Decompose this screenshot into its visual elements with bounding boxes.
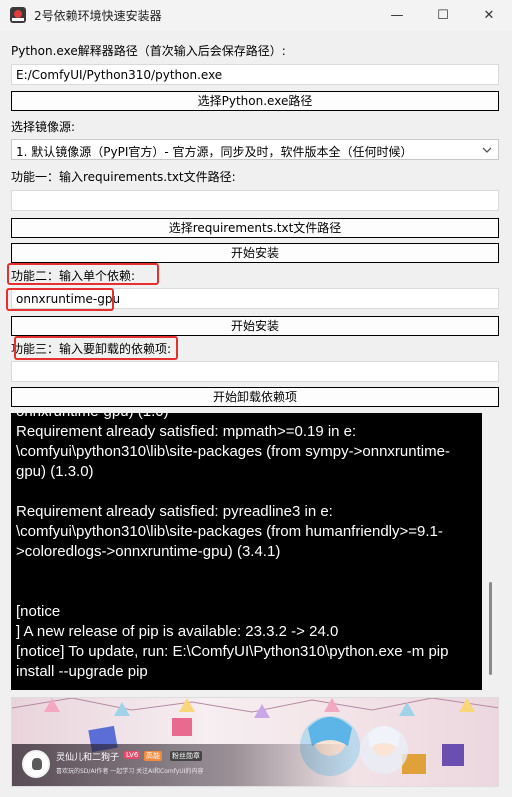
console-line: [notice <box>16 603 61 620</box>
requirements-path-input[interactable] <box>11 190 499 211</box>
feature3-label-highlight <box>14 336 178 360</box>
window-controls: — ☐ ✕ <box>374 0 512 30</box>
console-scrollbar-thumb[interactable] <box>489 582 492 675</box>
console-line: Requirement already satisfied: pyreadlin… <box>16 503 333 520</box>
title-bar: 2号依赖环境快速安装器 — ☐ ✕ <box>0 0 512 30</box>
chevron-down-icon <box>482 147 492 153</box>
python-path-input[interactable]: E:/ComfyUI/Python310/python.exe <box>11 64 499 85</box>
console-line: \comfyui\python310\lib\site-packages (fr… <box>16 523 443 540</box>
uninstall-button[interactable]: 开始卸载依赖项 <box>11 387 499 407</box>
energy-badge: 高能 <box>144 751 162 761</box>
fan-medal-badge: 粉丝勋章 <box>170 751 202 761</box>
feature1-label: 功能一：输入requirements.txt文件路径: <box>11 170 236 184</box>
mirror-selected-value: 1. 默认镜像源（PyPI官方）- 官方源，同步及时，软件版本全（任何时候） <box>16 145 413 159</box>
banner-author-name: 灵仙儿和二狗子 <box>56 753 120 763</box>
console-line: [notice] To update, run: E:\ComfyUI\Pyth… <box>16 643 449 660</box>
install-requirements-button[interactable]: 开始安装 <box>11 243 499 263</box>
install-dependency-button[interactable]: 开始安装 <box>11 316 499 336</box>
uninstall-dependency-input[interactable] <box>11 361 499 382</box>
console-line: >coloredlogs->onnxruntime-gpu) (3.4.1) <box>16 543 281 560</box>
console-line: gpu) (1.3.0) <box>16 463 94 480</box>
close-button[interactable]: ✕ <box>466 0 512 30</box>
console-text: onnxruntime-gpu) (1.0)Requirement alread… <box>16 413 476 682</box>
avatar[interactable] <box>22 750 50 778</box>
python-path-label: Python.exe解释器路径（首次输入后会保存路径）: <box>11 44 286 58</box>
mirror-select[interactable]: 1. 默认镜像源（PyPI官方）- 官方源，同步及时，软件版本全（任何时候） <box>11 139 499 160</box>
window-title: 2号依赖环境快速安装器 <box>34 8 162 23</box>
console-output[interactable]: onnxruntime-gpu) (1.0)Requirement alread… <box>11 413 482 690</box>
console-line: \comfyui\python310\lib\site-packages (fr… <box>16 443 450 460</box>
minimize-button[interactable]: — <box>374 0 420 30</box>
console-line: Requirement already satisfied: mpmath>=0… <box>16 423 357 440</box>
select-python-button[interactable]: 选择Python.exe路径 <box>11 91 499 111</box>
maximize-button[interactable]: ☐ <box>420 0 466 30</box>
console-line: ] A new release of pip is available: 23.… <box>16 623 339 640</box>
mirror-label: 选择镜像源: <box>11 120 76 134</box>
banner-subtitle: 喜欢玩的SD/AI作者 一起学习 关注AI和ComfyUI的内容 <box>56 768 204 775</box>
console-line: install --upgrade pip <box>16 663 148 680</box>
feature2-label-highlight <box>7 263 159 285</box>
app-icon <box>10 7 26 23</box>
console-line: onnxruntime-gpu) (1.0) <box>16 413 476 422</box>
dependency-input-highlight <box>6 288 114 311</box>
author-banner[interactable]: 灵仙儿和二狗子 LV6 高能 粉丝勋章 喜欢玩的SD/AI作者 一起学习 关注A… <box>11 697 499 787</box>
level-badge: LV6 <box>124 751 141 759</box>
select-requirements-button[interactable]: 选择requirements.txt文件路径 <box>11 218 499 238</box>
